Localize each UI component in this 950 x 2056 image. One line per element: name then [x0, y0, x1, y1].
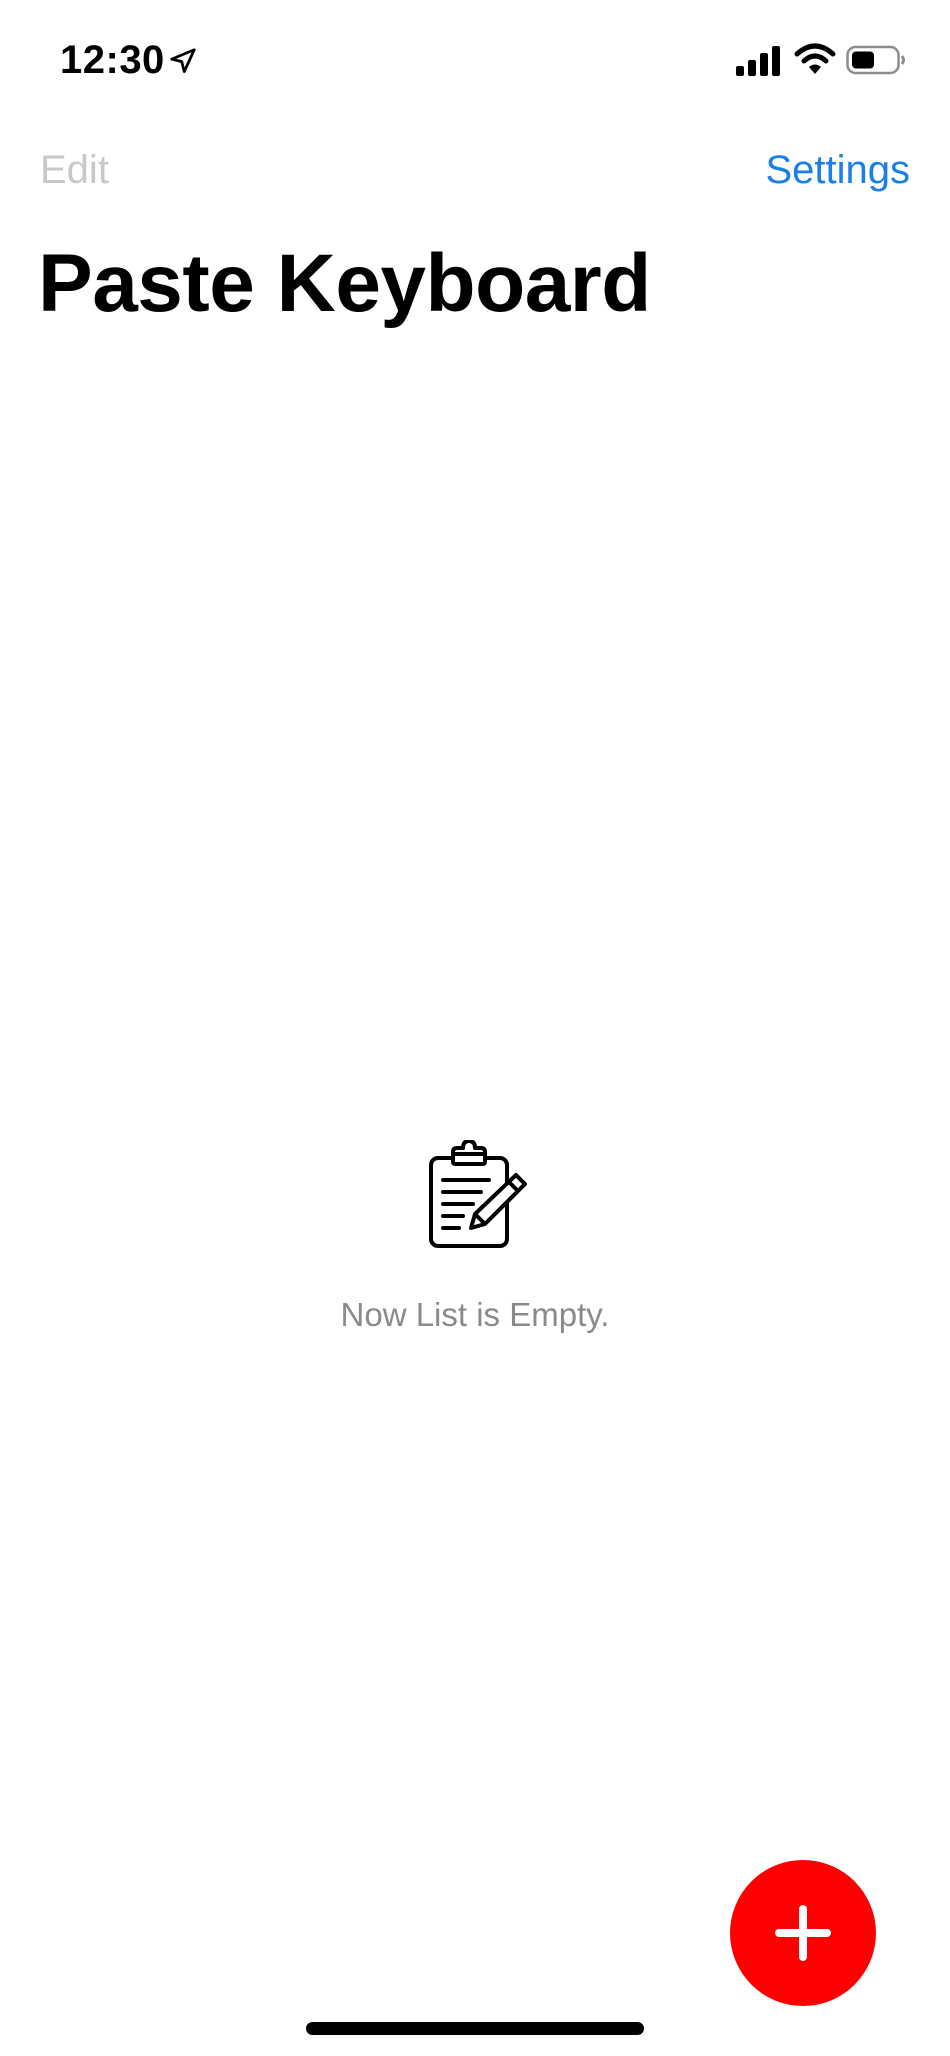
status-bar: 12:30 [0, 0, 950, 120]
cellular-signal-icon [736, 46, 780, 76]
edit-button[interactable]: Edit [40, 146, 109, 194]
page-title: Paste Keyboard [38, 238, 651, 329]
status-time: 12:30 [60, 38, 165, 82]
add-button[interactable] [730, 1860, 876, 2006]
home-indicator[interactable] [306, 2022, 644, 2035]
empty-state-message: Now List is Empty. [340, 1296, 610, 1333]
plus-icon [775, 1905, 831, 1961]
clipboard-edit-icon [429, 1140, 527, 1248]
settings-button[interactable]: Settings [765, 146, 910, 194]
battery-icon [846, 45, 905, 75]
location-arrow-icon [170, 48, 196, 73]
wifi-icon [794, 43, 836, 74]
empty-state: Now List is Empty. [0, 1140, 950, 1335]
